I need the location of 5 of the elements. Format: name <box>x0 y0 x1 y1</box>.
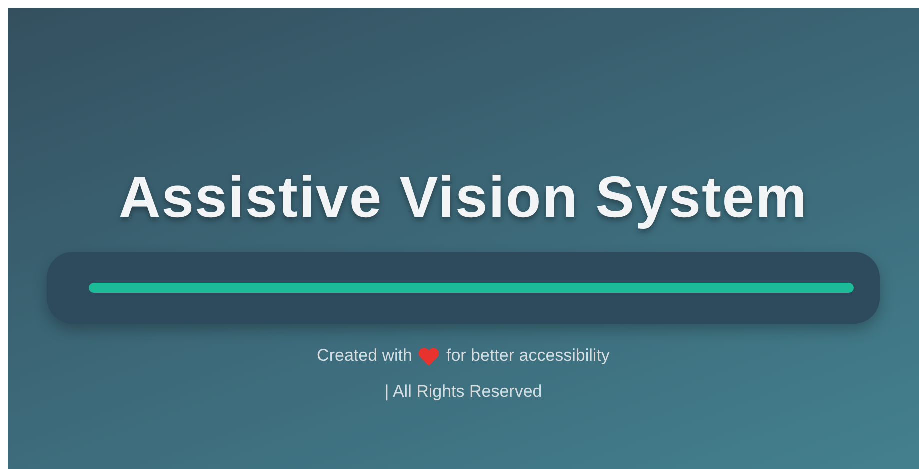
footer-text: for better accessibility <box>446 346 610 366</box>
footer-text: Created with <box>317 346 412 366</box>
heart-icon <box>418 346 440 366</box>
app-title: Assistive Vision System <box>118 168 808 228</box>
rights-text: | All Rights Reserved <box>384 382 542 402</box>
